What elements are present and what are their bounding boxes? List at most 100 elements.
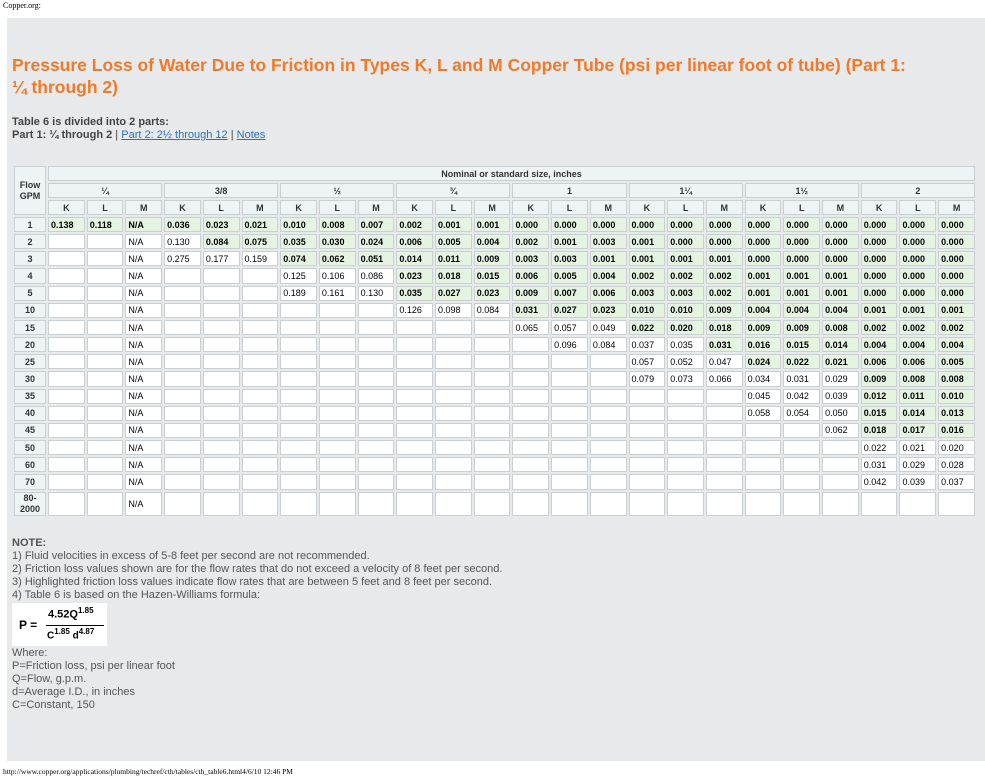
where-item: Q=Flow, g.p.m. — [12, 673, 87, 685]
flow-gpm-cell: 50 — [14, 440, 46, 456]
table-cell: 0.000 — [860, 217, 898, 233]
table-cell: 0.003 — [628, 285, 666, 301]
type-header: L — [318, 200, 356, 215]
table-cell — [551, 474, 588, 490]
table-cell: 0.042 — [783, 388, 821, 404]
table-cell: 0.009 — [744, 319, 782, 336]
table-row: 35 N/A 0.045 0.042 0.039 0.012 0.011 0.010 — [14, 388, 975, 404]
formula-num-base: 4.52Q — [48, 608, 78, 621]
table-cell — [744, 422, 782, 439]
size-header: 1½ — [744, 183, 859, 198]
type-header: K — [628, 200, 666, 215]
table-cell — [241, 371, 279, 387]
table-cell — [202, 337, 240, 353]
formula-den-d-exponent: 4.87 — [78, 627, 95, 636]
table-cell: 0.031 — [783, 371, 821, 387]
table-cell: 0.003 — [589, 234, 627, 250]
table-cell: 0.020 — [667, 319, 704, 336]
table-cell: 0.130 — [164, 234, 201, 250]
table-cell — [318, 302, 356, 318]
table-cell — [783, 474, 821, 490]
table-cell — [48, 440, 85, 456]
formula-den-c-exponent: 1.85 — [54, 627, 70, 636]
table-cell — [473, 474, 511, 490]
table-cell — [435, 491, 472, 516]
table-cell — [318, 354, 356, 370]
table-cell — [744, 457, 782, 473]
table-row: 25 N/A 0.057 0.052 0.047 0.024 0.022 0.021 0.006… — [14, 354, 975, 370]
where-heading: Where: — [12, 647, 48, 659]
type-header: M — [125, 200, 163, 215]
table-cell: 0.052 — [667, 354, 704, 370]
table-cell — [396, 337, 434, 353]
link-notes[interactable]: Notes — [237, 129, 266, 141]
table-cell — [164, 388, 201, 404]
table-cell: 0.030 — [318, 234, 356, 250]
table-cell: N/A — [125, 422, 163, 439]
type-header: K — [396, 200, 434, 215]
table-cell — [164, 405, 201, 421]
table-cell — [822, 491, 859, 516]
table-cell: 0.000 — [899, 217, 937, 233]
table-cell — [396, 405, 434, 421]
table-cell — [435, 388, 472, 404]
link-part-2[interactable]: Part 2: 2½ through 12 — [121, 129, 227, 141]
table-cell: 0.001 — [473, 217, 511, 233]
table-row: 80-2000 N/A — [14, 491, 975, 516]
table-cell: 0.118 — [86, 217, 124, 233]
table-cell: 0.008 — [822, 319, 859, 336]
table-cell — [280, 491, 317, 516]
table-cell: N/A — [125, 268, 163, 284]
table-cell — [473, 422, 511, 439]
table-cell — [667, 405, 704, 421]
flow-gpm-cell: 15 — [14, 319, 46, 336]
table-cell: 0.009 — [705, 302, 743, 318]
table-cell — [164, 285, 201, 301]
table-cell: 0.002 — [667, 268, 704, 284]
table-cell — [280, 371, 317, 387]
table-cell: 0.035 — [280, 234, 317, 250]
table-cell — [280, 405, 317, 421]
table-cell: 0.065 — [512, 319, 550, 336]
table-cell — [86, 457, 124, 473]
table-cell — [241, 422, 279, 439]
table-cell — [705, 388, 743, 404]
table-cell — [473, 440, 511, 456]
table-cell: 0.009 — [512, 285, 550, 301]
table-cell — [589, 405, 627, 421]
flow-gpm-cell: 25 — [14, 354, 46, 370]
table-cell: 0.015 — [860, 405, 898, 421]
notes-heading: NOTE: — [12, 537, 47, 549]
table-cell: 0.057 — [628, 354, 666, 370]
table-cell — [357, 474, 395, 490]
table-cell — [280, 319, 317, 336]
table-cell — [48, 251, 85, 267]
table-cell — [435, 422, 472, 439]
table-row: 3 N/A 0.275 0.177 0.159 0.074 0.062 0.051 0.014 0… — [14, 251, 975, 267]
table-cell — [667, 491, 704, 516]
table-cell: 0.008 — [318, 217, 356, 233]
table-cell — [318, 440, 356, 456]
table-row: 5 N/A 0.189 0.161 0.130 0.035 0.027 0.023 0.009 0… — [14, 285, 975, 301]
table-cell: 0.126 — [396, 302, 434, 318]
table-cell — [202, 388, 240, 404]
table-cell: 0.001 — [667, 251, 704, 267]
table-cell — [164, 474, 201, 490]
table-row: 70 N/A 0.042 0.039 0.037 — [14, 474, 975, 490]
table-cell: 0.001 — [938, 302, 975, 318]
table-cell — [783, 457, 821, 473]
table-cell — [86, 491, 124, 516]
table-cell: N/A — [125, 354, 163, 370]
table-cell — [357, 371, 395, 387]
table-cell: 0.054 — [783, 405, 821, 421]
table-cell — [396, 474, 434, 490]
table-cell — [202, 285, 240, 301]
table-cell — [164, 422, 201, 439]
table-cell: 0.000 — [822, 234, 859, 250]
type-header-row: KLMKLMKLMKLMKLMKLMKLMKLM — [14, 200, 975, 215]
table-cell — [628, 405, 666, 421]
page-title: Pressure Loss of Water Due to Friction i… — [12, 55, 906, 97]
table-cell — [628, 457, 666, 473]
table-cell: 0.022 — [860, 440, 898, 456]
table-cell — [241, 354, 279, 370]
